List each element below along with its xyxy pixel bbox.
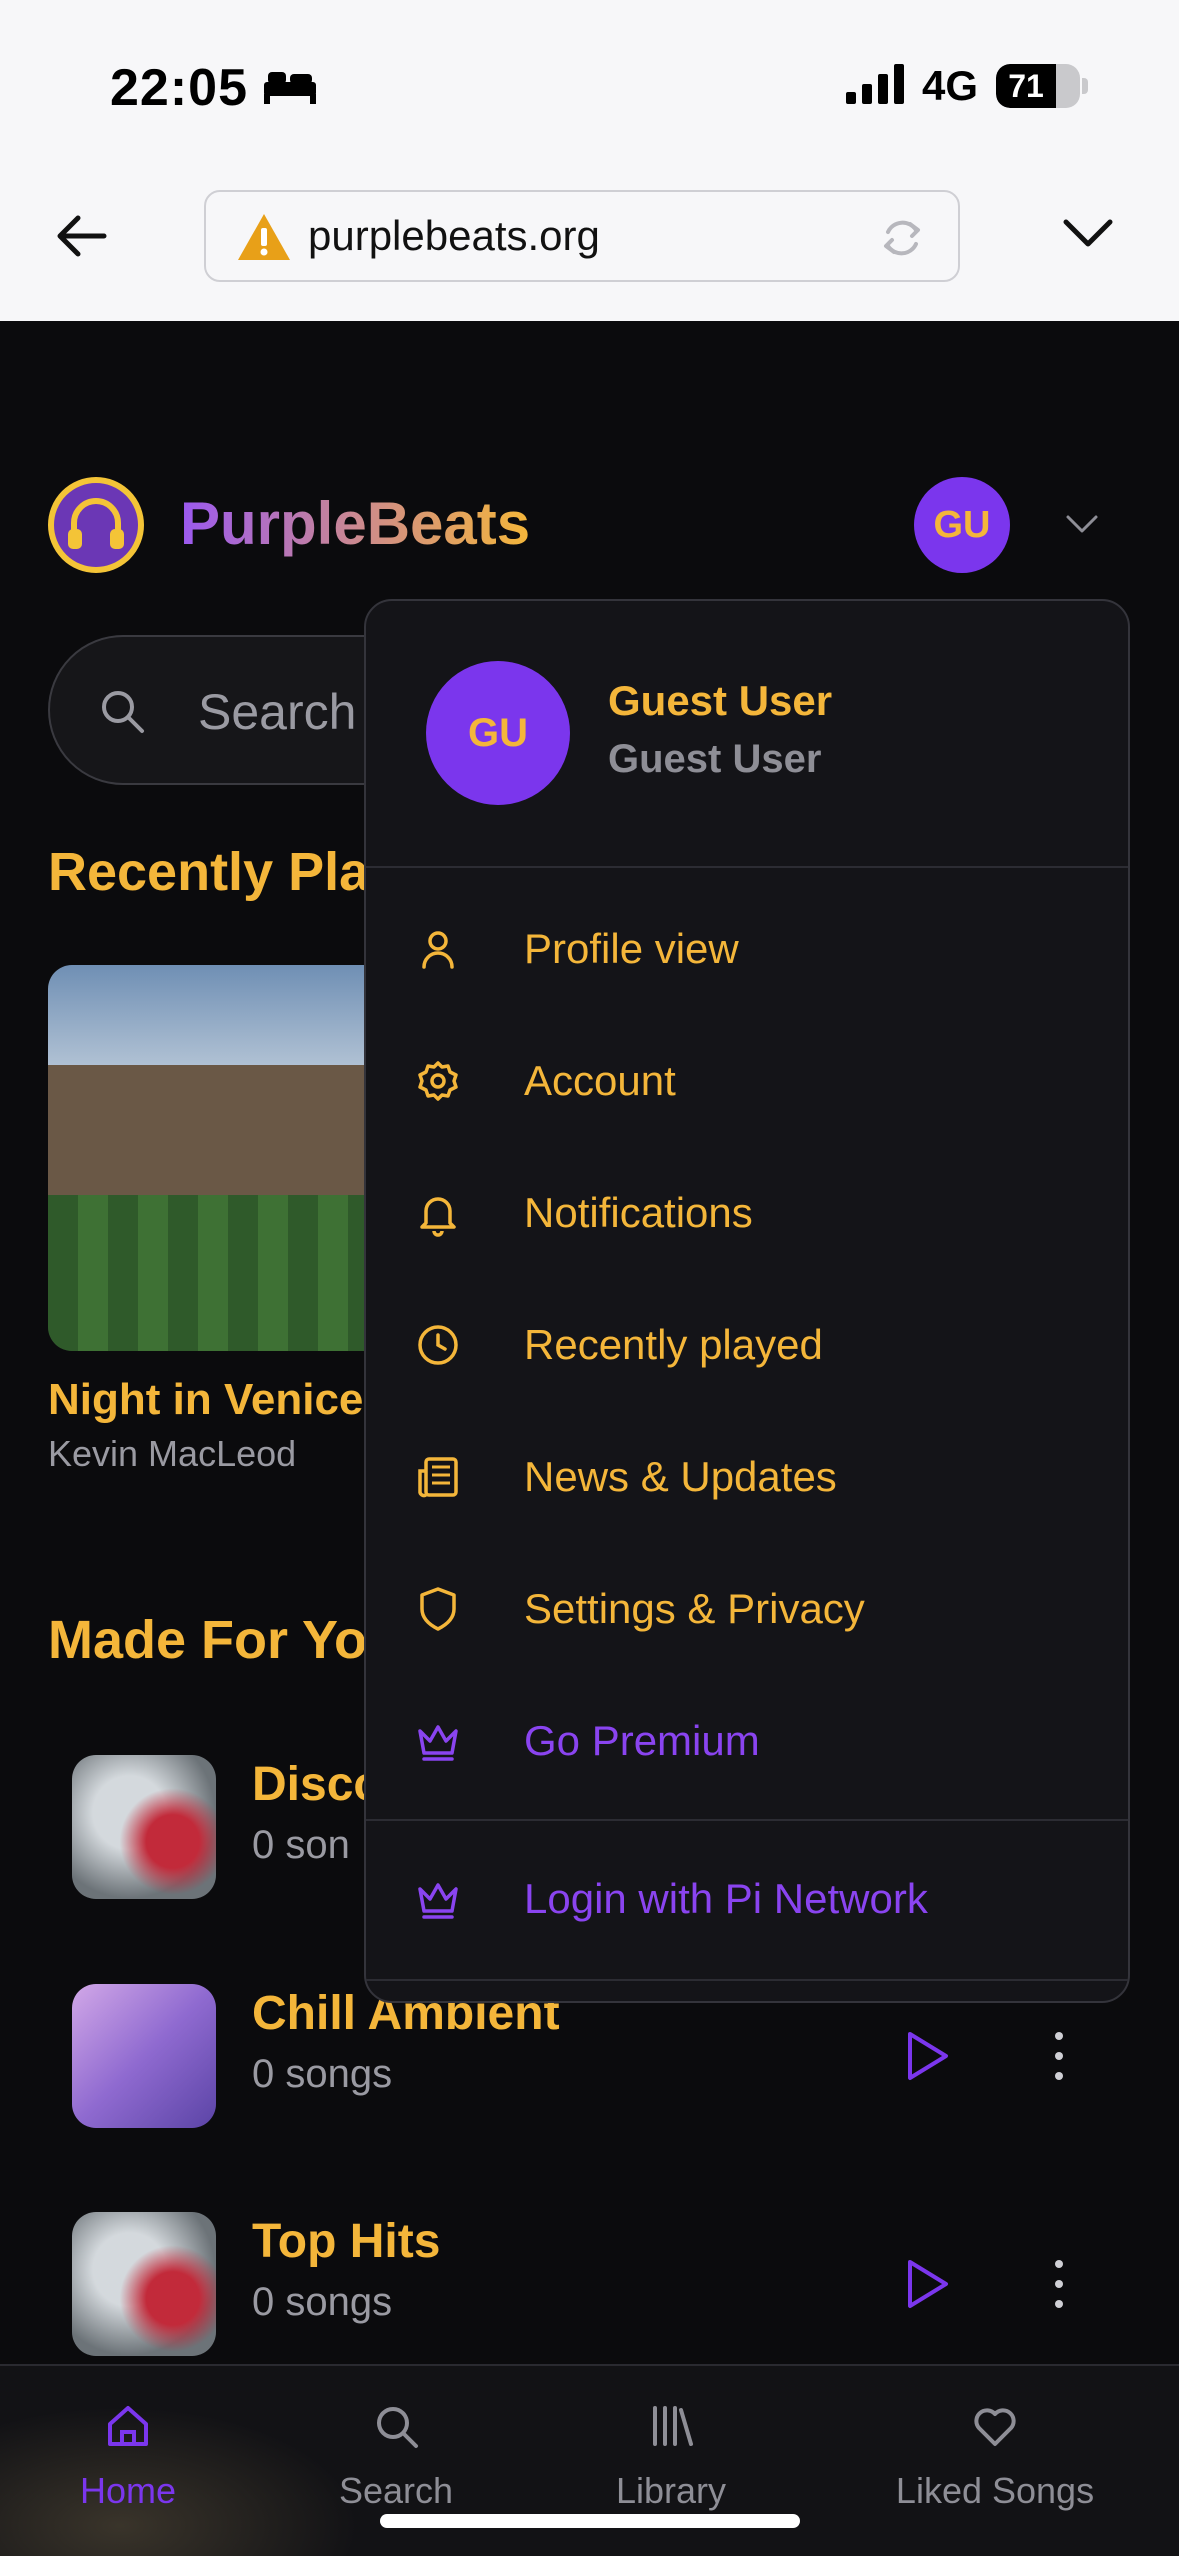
shield-icon (420, 1587, 456, 1631)
user-subtitle: Guest User (608, 737, 822, 781)
album-card[interactable] (48, 965, 388, 1351)
nav-label: Home (79, 2470, 177, 2511)
menu-item-label: Notifications (524, 1189, 753, 1236)
divider (366, 866, 1128, 868)
heart-icon (974, 2408, 1016, 2446)
avatar[interactable]: GU (914, 477, 1010, 573)
battery-cap (1082, 78, 1088, 94)
nav-liked-songs[interactable]: Liked Songs (884, 2366, 1106, 2556)
album-title[interactable]: Night in Venice (48, 1375, 363, 1425)
library-icon (653, 2406, 693, 2446)
profile-dropdown-menu: GU Guest User Guest User Profile view Ac… (364, 599, 1130, 2003)
playlist-thumbnail (72, 1984, 216, 2128)
album-art-building (48, 1065, 388, 1195)
url-bar[interactable]: purplebeats.org (204, 190, 960, 282)
menu-item-label: News & Updates (524, 1453, 837, 1500)
signal-icon (846, 64, 904, 104)
divider (366, 1979, 1128, 1981)
chevron-down-icon[interactable] (1058, 208, 1118, 256)
section-title-recently-played: Recently Pla (48, 842, 370, 902)
search-icon (102, 691, 144, 733)
menu-item-label: Account (524, 1057, 676, 1104)
play-icon[interactable] (902, 2028, 952, 2084)
back-arrow-icon[interactable] (52, 206, 112, 266)
clock-icon (418, 1325, 458, 1365)
album-art-lawn (48, 1195, 388, 1351)
list-item[interactable]: Top Hits 0 songs (0, 2212, 1179, 2362)
nav-label: Liked Songs (895, 2470, 1095, 2511)
more-options-icon[interactable] (1044, 2026, 1074, 2086)
playlist-song-count: 0 songs (252, 2280, 393, 2324)
nav-home[interactable]: Home (48, 2366, 208, 2556)
reload-icon[interactable] (876, 212, 928, 264)
menu-item-label: Login with Pi Network (524, 1875, 928, 1922)
logo-icon[interactable] (48, 477, 144, 573)
chevron-down-icon[interactable] (1064, 509, 1100, 539)
menu-item-go-premium[interactable]: Go Premium (366, 1687, 1128, 1797)
search-icon (377, 2407, 418, 2448)
status-time: 22:05 (110, 59, 248, 117)
brand-title[interactable]: PurpleBeats (180, 489, 530, 558)
play-icon[interactable] (902, 2256, 952, 2312)
warning-icon (238, 214, 290, 260)
headphones-icon (68, 498, 124, 549)
avatar: GU (426, 661, 570, 805)
crown-icon (418, 1883, 458, 1919)
menu-item-login-pi-network[interactable]: Login with Pi Network (366, 1845, 1128, 1955)
menu-item-account[interactable]: Account (366, 1027, 1128, 1137)
gear-icon (418, 1061, 458, 1101)
battery-icon: 71 (996, 64, 1080, 108)
search-placeholder: Search (198, 684, 357, 740)
bell-icon (420, 1197, 456, 1237)
menu-item-label: Profile view (524, 925, 739, 972)
menu-item-label: Settings & Privacy (524, 1585, 865, 1632)
menu-item-label: Recently played (524, 1321, 823, 1368)
playlist-thumbnail (72, 2212, 216, 2356)
menu-item-settings-privacy[interactable]: Settings & Privacy (366, 1555, 1128, 1665)
more-options-icon[interactable] (1044, 2254, 1074, 2314)
browser-chrome: 22:05 4G 71 purplebeats.org (0, 0, 1179, 321)
user-name: Guest User (608, 677, 833, 724)
album-artist: Kevin MacLeod (48, 1433, 297, 1474)
battery-level: 71 (1008, 68, 1044, 104)
home-indicator[interactable] (380, 2514, 800, 2528)
network-type: 4G (922, 62, 979, 109)
url-text: purplebeats.org (308, 212, 600, 259)
nav-label: Library (615, 2470, 727, 2511)
menu-item-news-updates[interactable]: News & Updates (366, 1423, 1128, 1533)
menu-item-label: Go Premium (524, 1717, 760, 1764)
menu-item-profile-view[interactable]: Profile view (366, 895, 1128, 1005)
playlist-thumbnail (72, 1755, 216, 1899)
menu-item-notifications[interactable]: Notifications (366, 1159, 1128, 1269)
crown-icon (418, 1725, 458, 1761)
list-item[interactable]: Chill Ambient 0 songs (0, 1984, 1179, 2134)
home-icon (108, 2406, 148, 2446)
nav-label: Search (338, 2470, 454, 2511)
playlist-title: Top Hits (252, 2215, 441, 2268)
newspaper-icon (418, 1457, 458, 1498)
sleep-focus-icon (264, 72, 316, 104)
divider (366, 1819, 1128, 1821)
menu-item-recently-played[interactable]: Recently played (366, 1291, 1128, 1401)
playlist-song-count: 0 songs (252, 2052, 393, 2096)
section-title-made-for-you: Made For Yo (48, 1610, 368, 1670)
user-icon (422, 931, 454, 969)
playlist-song-count: 0 son (252, 1823, 350, 1867)
